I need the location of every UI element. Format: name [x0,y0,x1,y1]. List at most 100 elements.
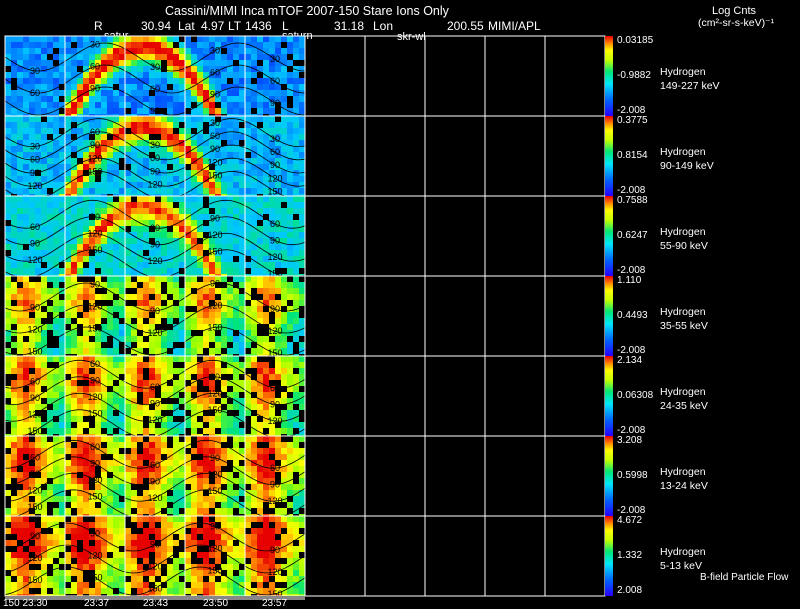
colorbar-0 [605,36,613,116]
contour-label-1-3-4: 120 [267,173,282,183]
contour-label-3-2-3: 150 [207,322,222,332]
contour-label-1-2-4: 90 [270,160,280,170]
contour-label-5-0-4: 60 [270,463,280,473]
contour-label-1-2-3: 90 [210,144,220,154]
species-label-3: Hydrogen [660,306,706,318]
energy-label-6: 5-13 keV [660,560,703,572]
contour-label-4-3-1: 150 [87,408,102,418]
contour-label-3-0-3: 90 [210,278,220,288]
contour-label-4-2-3: 120 [207,388,222,398]
contour-label-1-0-0: 30 [30,141,40,151]
contour-label-4-0-0: 60 [30,376,40,386]
x-tick-label-1: 23:37 [84,598,110,609]
contour-label-0-2-3: 90 [210,90,220,100]
contour-label-6-1-1: 120 [87,551,102,561]
contour-label-6-1-4: 120 [267,567,282,577]
colorbar-max-1: 0.3775 [617,115,648,126]
contour-label-0-2-4: 90 [270,98,280,108]
contour-label-1-2-2: 90 [150,166,160,176]
contour-label-1-3-2: 120 [147,180,162,190]
colorbar-max-3: 1.110 [617,275,642,286]
contour-label-6-0-1: 90 [90,529,100,539]
contour-label-2-3-1: 150 [87,245,102,255]
colorbar-mid-6: 1.332 [617,550,643,561]
colorbar-min-6: 2.008 [617,585,643,596]
contour-label-5-2-1: 120 [87,475,102,485]
contour-label-5-0-2: 60 [150,460,160,470]
contour-label-2-0-0: 60 [30,222,40,232]
contour-label-2-2-3: 120 [207,230,222,240]
contour-label-1-4-1: 150 [87,167,102,177]
contour-label-4-0-2: 60 [150,382,160,392]
colorbar-1 [605,116,613,196]
contour-label-3-1-3: 120 [207,300,222,310]
colorbar-5 [605,436,613,516]
contour-label-2-2-1: 120 [87,228,102,238]
colorbar-mid-3: 0.4493 [617,310,648,321]
colorbar-max-0: 0.03185 [617,35,654,46]
contour-label-0-0-1: 30 [90,40,100,50]
contour-label-3-1-2: 120 [147,328,162,338]
contour-label-5-3-1: 150 [87,492,102,502]
contour-label-1-1-3: 60 [210,131,220,141]
contour-label-4-2-2: 120 [147,415,162,425]
contour-label-2-3-3: 150 [207,246,222,256]
contour-label-3-0-4: 90 [270,304,280,314]
contour-label-0-1-0: 60 [30,88,40,98]
energy-label-2: 55-90 keV [660,240,708,252]
contour-label-5-2-4: 120 [267,496,282,506]
contour-label-1-1-2: 60 [150,153,160,163]
contour-label-6-1-0: 120 [27,553,42,563]
energy-label-4: 24-35 keV [660,400,708,412]
contour-label-2-1-3: 90 [210,213,220,223]
contour-label-1-3-0: 120 [27,181,42,191]
species-label-1: Hydrogen [660,146,706,158]
bfield-flow-label: B-field Particle Flow [700,572,789,583]
colorbar-mid-4: 0.06308 [617,390,654,401]
contour-label-0-2-2: 90 [150,106,160,116]
contour-label-1-0-2: 30 [150,140,160,150]
contour-label-1-4-4: 150 [267,187,282,197]
contour-label-5-3-0: 150 [27,502,42,512]
contour-label-0-1-4: 60 [270,76,280,86]
colorbar-3 [605,276,613,356]
contour-label-5-0-0: 60 [30,452,40,462]
colorbar-mid-1: 0.8154 [617,150,648,161]
contour-label-1-1-0: 60 [30,155,40,165]
species-label-6: Hydrogen [660,546,706,558]
contour-label-1-2-0: 90 [30,168,40,178]
contour-label-6-0-3: 90 [210,521,220,531]
contour-label-1-2-1: 90 [90,140,100,150]
contour-label-5-2-3: 120 [207,469,222,479]
contour-label-4-3-0: 150 [27,426,42,436]
colorbar-4 [605,356,613,436]
contour-label-4-1-4: 90 [270,399,280,409]
colorbar-max-6: 4.672 [617,515,643,526]
contour-label-2-1-0: 90 [30,238,40,248]
contour-label-0-0-3: 30 [210,46,220,56]
colorbar-mid-2: 0.6247 [617,230,648,241]
contour-label-1-0-4: 30 [270,134,280,144]
contour-label-1-3-3: 120 [207,157,222,167]
contour-label-6-2-1: 150 [87,573,102,583]
contour-label-3-0-0: 90 [30,302,40,312]
contour-label-1-1-4: 60 [270,147,280,157]
contour-label-3-2-0: 150 [27,346,42,356]
heatmap-panel-2 [5,196,305,280]
x-tick-label-2: 23:43 [143,598,169,609]
x-tick-label-0: 150 23:30 [3,598,48,609]
contour-label-2-1-4: 90 [270,235,280,245]
contour-label-6-0-2: 90 [150,539,160,549]
contour-label-6-2-2: 150 [147,583,162,593]
contour-label-1-4-3: 150 [207,171,222,181]
contour-label-2-0-2: 60 [150,223,160,233]
contour-label-6-1-3: 120 [207,543,222,553]
contour-label-2-2-2: 120 [147,256,162,266]
contour-label-0-1-2: 60 [150,84,160,94]
contour-label-5-2-2: 120 [147,493,162,503]
contour-label-4-2-0: 120 [27,409,42,419]
contour-label-5-1-3: 90 [210,453,220,463]
species-label-2: Hydrogen [660,226,706,238]
species-label-4: Hydrogen [660,386,706,398]
colorbar-2 [605,196,613,276]
